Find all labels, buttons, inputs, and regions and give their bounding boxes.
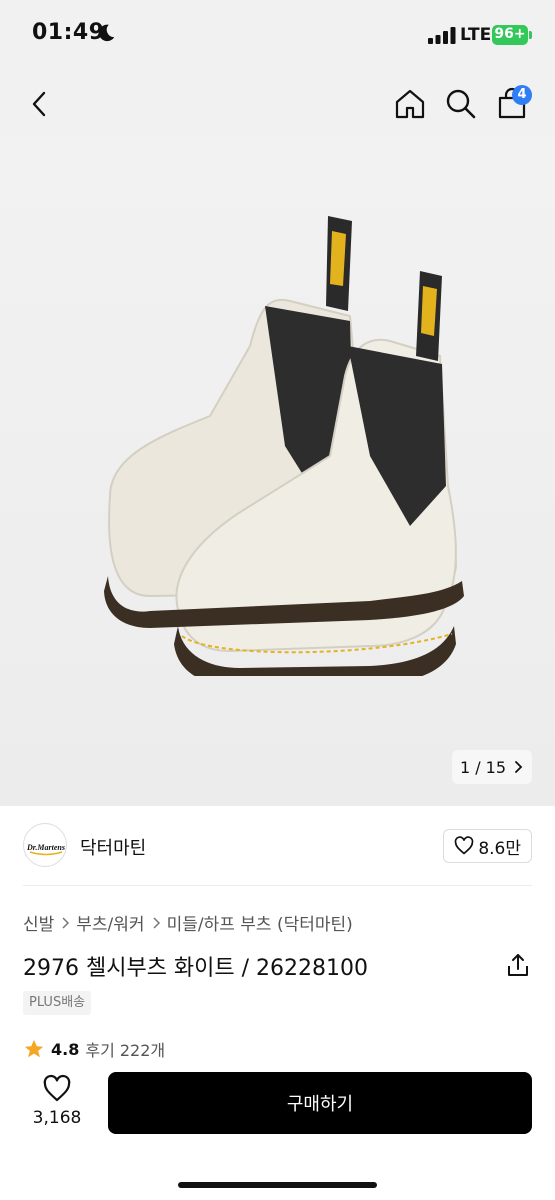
breadcrumb-item-middle-boots[interactable]: 미들/하프 부츠 (닥터마틴) <box>167 910 353 935</box>
brand-like-button[interactable]: 8.6만 <box>443 829 532 863</box>
cart-count-badge: 4 <box>512 85 532 105</box>
home-indicator <box>178 1182 377 1188</box>
chevron-left-icon <box>32 91 46 117</box>
image-pager[interactable]: 1 / 15 <box>452 750 532 784</box>
battery-cap <box>529 31 532 39</box>
home-icon <box>395 89 425 119</box>
battery-level: 96+ <box>494 26 526 42</box>
heart-icon <box>454 836 474 855</box>
chevron-right-icon <box>62 916 70 929</box>
search-button[interactable] <box>443 86 479 122</box>
pager-text: 1 / 15 <box>459 757 507 777</box>
battery-icon: 96+ <box>492 25 528 45</box>
share-icon[interactable] <box>505 952 531 978</box>
product-title: 2976 첼시부츠 화이트 / 26228100 <box>23 956 369 981</box>
favorite-button[interactable]: 3,168 <box>22 1074 92 1136</box>
breadcrumb-item-boots[interactable]: 부츠/워커 <box>76 910 144 935</box>
dr-martens-logo: Dr.Martens <box>26 843 65 856</box>
home-button[interactable] <box>392 86 428 122</box>
status-time: 01:49 <box>32 20 105 45</box>
product-gallery[interactable]: 1 / 15 <box>0 136 555 806</box>
back-button[interactable] <box>22 86 58 122</box>
brand-logo[interactable]: Dr.Martens <box>23 823 67 867</box>
breadcrumb-item-shoes[interactable]: 신발 <box>23 910 54 935</box>
brand-like-count: 8.6만 <box>478 838 521 859</box>
signal-icon <box>428 27 456 44</box>
svg-text:Dr.Martens: Dr.Martens <box>26 843 65 852</box>
moon-icon <box>98 24 115 42</box>
breadcrumb: 신발 부츠/워커 미들/하프 부츠 (닥터마틴) <box>23 910 353 935</box>
chevron-right-icon <box>153 916 160 929</box>
heart-icon <box>43 1074 71 1102</box>
buy-button[interactable]: 구매하기 <box>108 1072 532 1134</box>
review-count: 후기 222개 <box>85 1041 166 1060</box>
status-bar: 01:49 LTE 96+ <box>0 0 555 72</box>
top-nav <box>0 72 555 136</box>
star-icon <box>24 1039 44 1058</box>
search-icon <box>446 89 476 119</box>
rating-row[interactable]: 4.8 후기 222개 <box>23 1038 165 1060</box>
shipping-badge: PLUS배송 <box>23 991 92 1015</box>
bottom-purchase-bar: 3,168 구매하기 <box>0 1058 555 1200</box>
rating-value: 4.8 <box>51 1039 80 1059</box>
favorite-count: 3,168 <box>32 1108 82 1128</box>
brand-name[interactable]: 닥터마틴 <box>80 834 146 860</box>
network-label: LTE <box>460 25 492 45</box>
product-image <box>104 216 464 676</box>
brand-row[interactable]: Dr.Martens 닥터마틴 8.6만 <box>23 806 532 886</box>
chevron-right-icon <box>515 761 523 773</box>
